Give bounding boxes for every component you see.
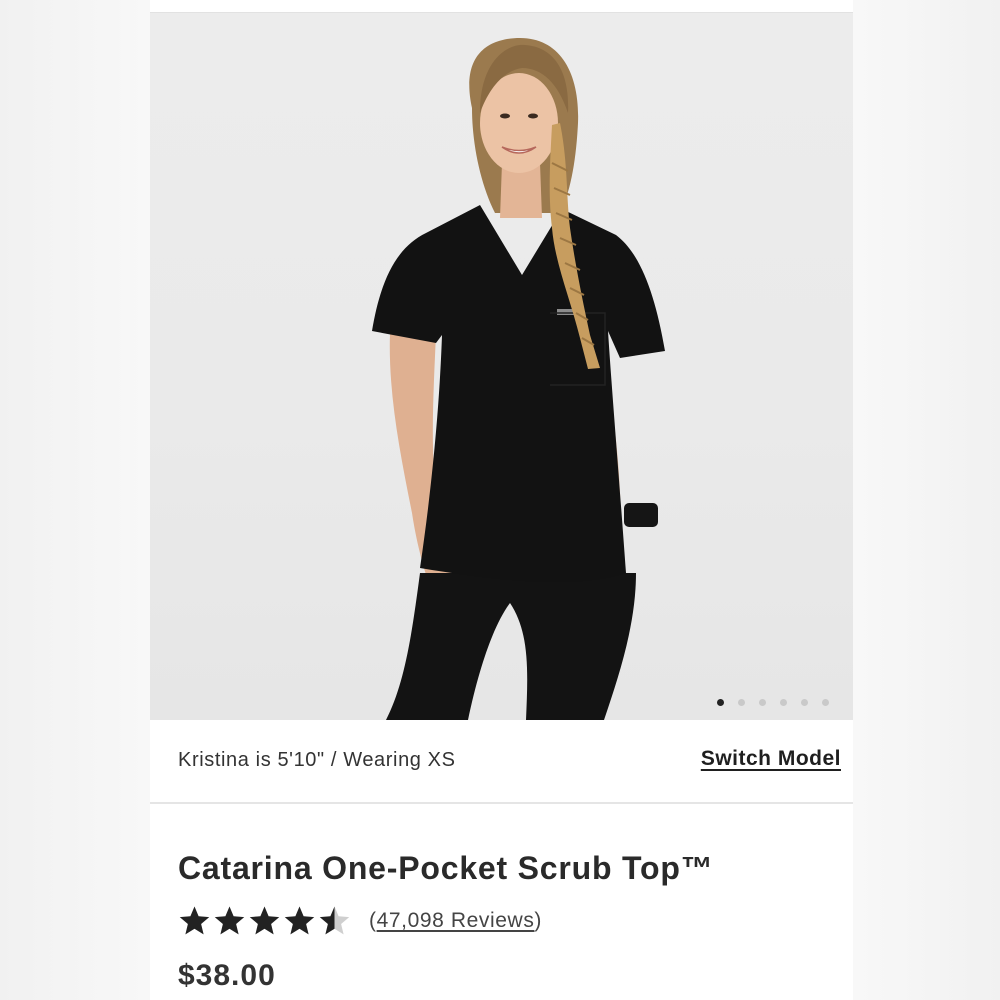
reviews-open-paren: ( (369, 909, 377, 932)
top-edge (150, 0, 853, 13)
carousel-dot-1[interactable] (717, 699, 724, 706)
rating-row: (47,098 Reviews) (178, 905, 838, 937)
right-background-margin (853, 0, 1000, 1000)
carousel-dot-2[interactable] (738, 699, 745, 706)
carousel-dot-6[interactable] (822, 699, 829, 706)
reviews-close-paren: ) (534, 909, 543, 932)
reviews-count-link[interactable]: 47,098 Reviews (377, 909, 535, 932)
star-icon (214, 906, 245, 935)
product-image-carousel[interactable] (150, 13, 853, 720)
star-icon (319, 906, 350, 935)
star-icon (284, 906, 315, 935)
star-icon (179, 906, 210, 935)
carousel-dot-3[interactable] (759, 699, 766, 706)
star-icon (249, 906, 280, 935)
model-photo (372, 38, 665, 720)
product-title: Catarina One-Pocket Scrub Top™ (178, 850, 714, 886)
product-price: $38.00 (178, 959, 276, 992)
reviews-link-container[interactable]: (47,098 Reviews) (369, 909, 542, 933)
product-page: Kristina is 5'10" / Wearing XS Switch Mo… (150, 0, 853, 1000)
carousel-pagination (717, 699, 829, 706)
model-size-info: Kristina is 5'10" / Wearing XS (178, 749, 456, 771)
left-background-margin (0, 0, 150, 1000)
model-info-bar: Kristina is 5'10" / Wearing XS Switch Mo… (150, 720, 853, 804)
carousel-dot-5[interactable] (801, 699, 808, 706)
product-summary: Catarina One-Pocket Scrub Top™ (47,098 R… (178, 850, 838, 993)
star-rating[interactable] (178, 905, 351, 937)
carousel-dot-4[interactable] (780, 699, 787, 706)
switch-model-link[interactable]: Switch Model (701, 747, 841, 771)
